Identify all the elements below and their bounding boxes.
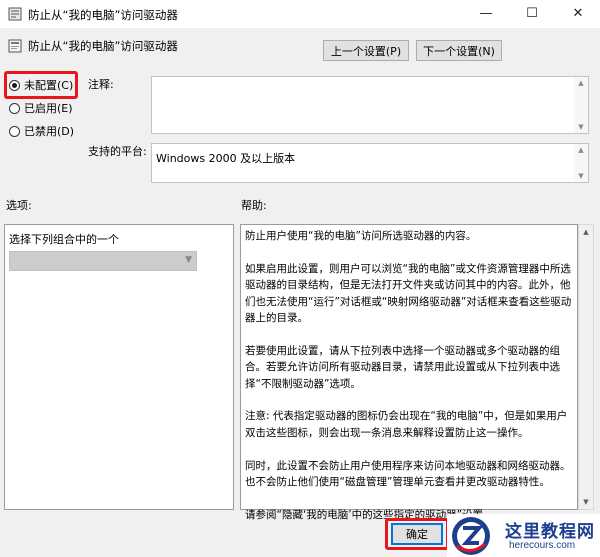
radio-label: 未配置(C) [24,79,74,92]
platform-label: 支持的平台: [88,145,147,158]
radio-label: 已启用(E) [24,102,73,115]
close-icon: ✕ [572,6,584,21]
platform-value: Windows 2000 及以上版本 [156,152,296,165]
radio-label: 已禁用(D) [24,125,75,138]
help-panel: 防止用户使用“我的电脑”访问所选驱动器的内容。 如果启用此设置，则用户可以浏览“… [240,224,578,521]
scroll-up-icon[interactable]: ▲ [574,77,588,89]
platform-box: Windows 2000 及以上版本 ▲ ▼ [151,143,589,183]
options-panel: 选择下列组合中的一个 ▼ [4,224,234,510]
minimize-icon: — [479,6,493,21]
site-logo-icon [452,517,490,555]
maximize-button[interactable]: ☐ [510,0,554,28]
policy-setting-icon [8,39,22,53]
help-paragraph: 同时，此设置不会防止用户使用程序来访问本地驱动器和网络驱动器。也不会防止他们使用… [245,459,571,489]
policy-title: 防止从“我的电脑”访问驱动器 [28,39,178,53]
help-paragraph: 注意: 代表指定驱动器的图标仍会出现在“我的电脑”中，但是如果用户双击这些图标，… [245,410,568,439]
drive-combination-dropdown[interactable]: ▼ [9,251,197,271]
help-scrollbar[interactable]: ▲ ▼ [578,224,594,510]
watermark-url: herecours.com [509,540,576,551]
radio-not-configured[interactable]: 未配置(C) [9,76,73,94]
policy-app-icon [8,7,22,21]
minimize-button[interactable]: — [464,0,508,28]
watermark-title: 这里教程网 [505,522,595,542]
help-text: 防止用户使用“我的电脑”访问所选驱动器的内容。 如果启用此设置，则用户可以浏览“… [245,228,575,540]
title-bar[interactable]: 防止从“我的电脑”访问驱动器 — ☐ ✕ [0,0,600,28]
drive-combination-caption: 选择下列组合中的一个 [9,233,119,246]
scroll-up-icon[interactable]: ▲ [579,225,593,239]
options-label: 选项: [6,199,32,212]
radio-dot [9,102,20,114]
comment-label: 注释: [88,78,114,91]
platform-scrollbar[interactable]: ▲ ▼ [574,144,588,182]
scroll-up-icon[interactable]: ▲ [574,144,588,156]
close-button[interactable]: ✕ [556,0,600,28]
window-title: 防止从“我的电脑”访问驱动器 [28,8,178,22]
maximize-icon: ☐ [526,6,538,21]
radio-disabled[interactable]: 已禁用(D) [9,122,74,140]
help-paragraph: 防止用户使用“我的电脑”访问所选驱动器的内容。 [245,230,477,242]
scroll-down-icon[interactable]: ▼ [574,170,588,182]
scroll-down-icon[interactable]: ▼ [579,495,593,509]
help-label: 帮助: [241,199,267,212]
ok-button[interactable]: 确定 [391,523,443,545]
chevron-down-icon: ▼ [185,255,192,265]
radio-dot [9,79,20,91]
comment-textarea[interactable]: ▲ ▼ [151,76,589,134]
scroll-down-icon[interactable]: ▼ [574,121,588,133]
comment-scrollbar[interactable]: ▲ ▼ [574,77,588,133]
site-watermark: 这里教程网 herecours.com [447,514,600,557]
previous-setting-button[interactable]: 上一个设置(P) [323,40,409,61]
help-paragraph: 若要使用此设置，请从下拉列表中选择一个驱动器或多个驱动器的组合。若要允许访问所有… [245,344,560,390]
policy-dialog: 防止从“我的电脑”访问驱动器 — ☐ ✕ 防止从“我的电脑”访问驱动器 上一个设… [0,0,600,557]
radio-enabled[interactable]: 已启用(E) [9,99,73,117]
help-paragraph: 如果启用此设置，则用户可以浏览“我的电脑”或文件资源管理器中所选驱动器的目录结构… [245,262,572,325]
next-setting-button[interactable]: 下一个设置(N) [416,40,502,61]
radio-dot [9,125,20,137]
